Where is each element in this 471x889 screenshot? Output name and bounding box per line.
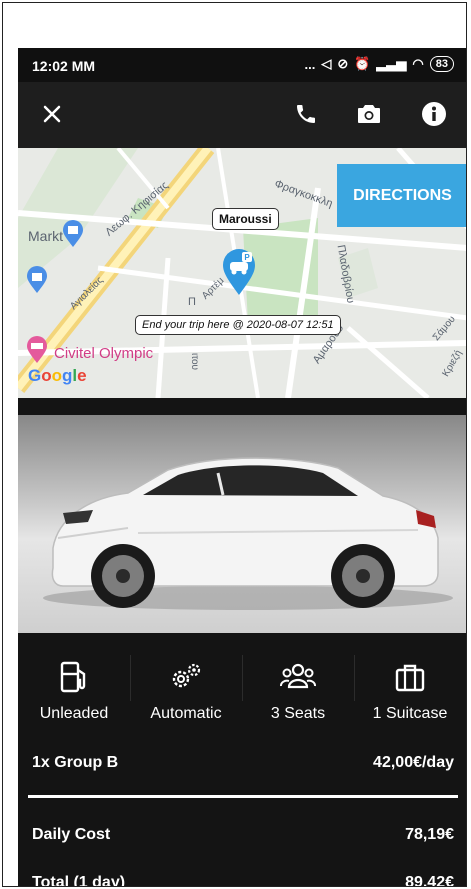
map-label-street10: ιτου	[189, 352, 201, 371]
group-price: 42,00€/day	[373, 754, 454, 771]
daily-cost-value: 78,19€	[405, 826, 454, 843]
location-icon: ◁	[321, 56, 332, 71]
call-button[interactable]	[288, 96, 324, 132]
map-label-civitel: Civitel Olympic	[54, 345, 154, 362]
info-button[interactable]	[416, 96, 452, 132]
map-view[interactable]: Markt Λεωφ. Κηφισίας Φραγκοκκλη Αγιαλεία…	[18, 148, 466, 398]
directions-button[interactable]: DIRECTIONS	[337, 164, 466, 227]
close-icon	[43, 105, 61, 123]
car-location-pin-icon[interactable]: P	[221, 248, 257, 296]
app-toolbar	[18, 82, 466, 148]
feature-luggage: 1 Suitcase	[354, 659, 466, 723]
wifi-icon: ◠	[412, 56, 424, 71]
feature-seats-label: 3 Seats	[270, 705, 326, 722]
feature-luggage-label: 1 Suitcase	[372, 705, 448, 722]
daily-cost-row: Daily Cost 78,19€	[32, 826, 454, 844]
price-divider	[28, 795, 458, 798]
phone-screen: 12:02 MM ... ◁ ⊘ ⏰ ▂▃▅ ◠ 83 Markt Λεωφ. …	[18, 48, 466, 887]
status-icons: ... ◁ ⊘ ⏰ ▂▃▅ ◠ 83	[304, 56, 454, 72]
total-row: Total (1 day) 89,42€	[32, 874, 454, 887]
people-icon	[280, 663, 316, 689]
feature-fuel: Unleaded	[18, 659, 130, 723]
feature-transmission-label: Automatic	[150, 705, 222, 722]
suitcase-icon	[395, 664, 425, 692]
car-image-panel	[18, 398, 466, 633]
daily-cost-label: Daily Cost	[32, 826, 111, 843]
phone-icon	[297, 105, 315, 123]
hotel-pin-icon	[27, 336, 47, 363]
fuel-pump-icon	[60, 661, 86, 693]
alarm-icon: ⏰	[354, 56, 371, 71]
gears-icon	[172, 663, 201, 688]
battery-indicator: 83	[429, 56, 454, 72]
mute-icon: ⊘	[337, 56, 349, 71]
total-label: Total (1 day)	[32, 874, 126, 887]
total-value: 89,42€	[405, 874, 454, 887]
info-icon	[422, 102, 446, 126]
panel-top-strip	[18, 398, 466, 415]
dots-icon: ...	[304, 56, 316, 72]
car-features: Unleaded Automatic 3 Seats 1 Suitcase	[18, 633, 466, 745]
signal-icon: ▂▃▅	[376, 56, 407, 71]
location-label: Maroussi	[212, 208, 279, 230]
svg-text:P: P	[244, 253, 250, 262]
status-time: 12:02 MM	[32, 58, 96, 74]
feature-fuel-label: Unleaded	[39, 705, 109, 722]
map-label-markt: Markt	[28, 228, 63, 244]
group-label: 1x Group B	[32, 754, 119, 771]
group-row: 1x Group B 42,00€/day	[32, 754, 454, 772]
car-image	[43, 457, 453, 610]
google-logo: Google	[28, 366, 87, 385]
status-bar: 12:02 MM ... ◁ ⊘ ⏰ ▂▃▅ ◠ 83	[18, 48, 466, 82]
end-trip-label: End your trip here @ 2020-08-07 12:51	[135, 315, 341, 335]
camera-icon	[358, 105, 380, 123]
map-label-street9: Π	[188, 296, 196, 308]
camera-button[interactable]	[351, 96, 387, 132]
shopping-pin-icon	[27, 266, 47, 293]
close-button[interactable]	[34, 96, 70, 132]
screenshot-frame: 12:02 MM ... ◁ ⊘ ⏰ ▂▃▅ ◠ 83 Markt Λεωφ. …	[2, 2, 467, 887]
feature-transmission: Automatic	[130, 659, 242, 723]
shop-pin-icon	[63, 220, 83, 247]
feature-seats: 3 Seats	[242, 659, 354, 723]
